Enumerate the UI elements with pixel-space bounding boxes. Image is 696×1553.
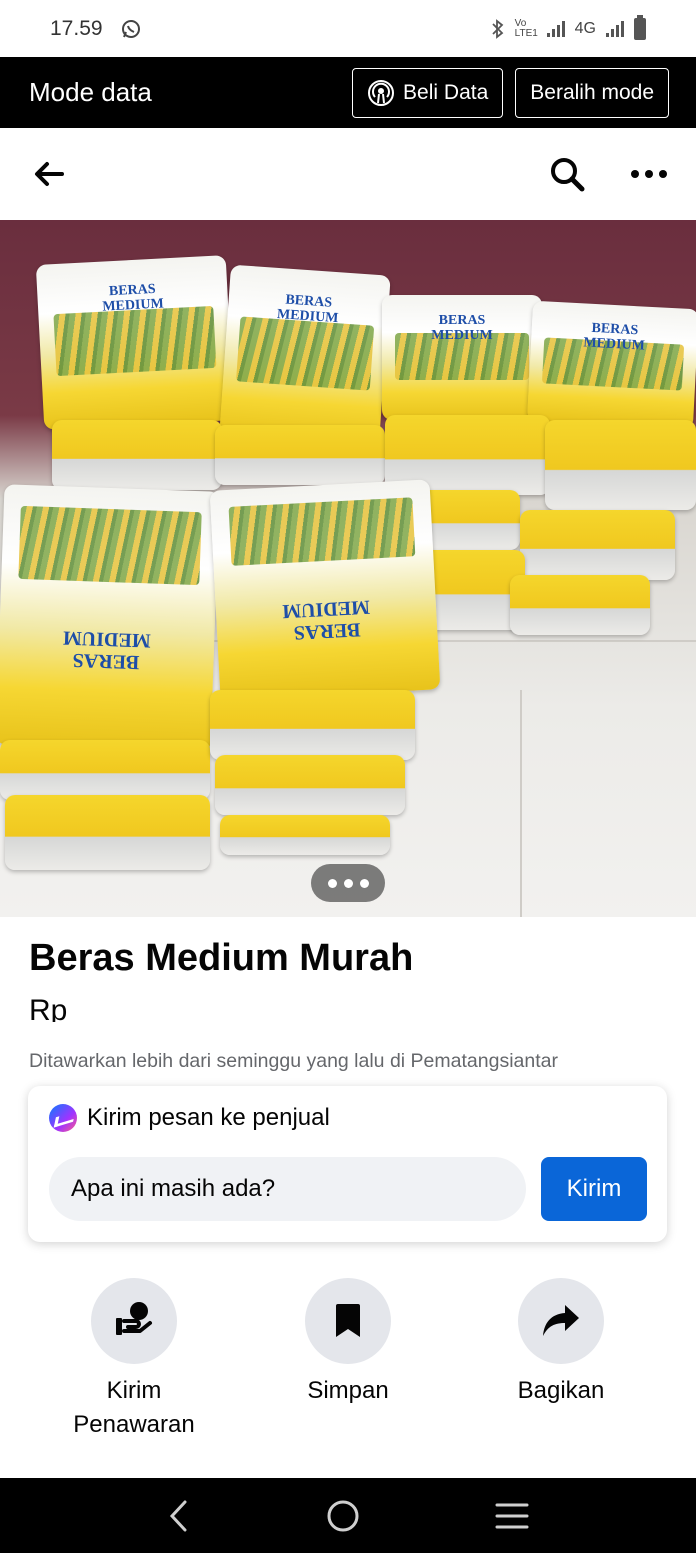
listing-price: Rp xyxy=(29,994,68,1022)
rice-sack xyxy=(510,575,650,635)
data-mode-bar: Mode data Beli Data Beralih mode xyxy=(0,57,696,128)
make-offer-icon xyxy=(116,1302,152,1335)
buy-data-label: Beli Data xyxy=(403,80,489,104)
status-left: 17.59 xyxy=(50,17,141,41)
message-input[interactable] xyxy=(49,1157,526,1221)
search-icon[interactable] xyxy=(548,155,586,193)
nav-bar xyxy=(0,128,696,220)
rice-sack xyxy=(220,815,390,855)
whatsapp-icon xyxy=(121,19,140,38)
status-right: Vo LTE1 4G xyxy=(491,14,646,40)
status-time: 17.59 xyxy=(50,16,103,40)
share-label: Bagikan xyxy=(517,1377,605,1404)
broadcast-icon xyxy=(368,79,395,106)
message-card-heading: Kirim pesan ke penjual xyxy=(49,1104,330,1132)
carousel-dot xyxy=(343,878,353,888)
rice-sack: BERAS MEDIUM xyxy=(35,255,235,430)
carousel-dot xyxy=(327,878,337,888)
rice-sack xyxy=(52,420,222,490)
buy-data-button[interactable]: Beli Data xyxy=(352,67,504,118)
bookmark-icon xyxy=(336,1304,360,1337)
floor-line xyxy=(520,690,522,917)
send-button[interactable]: Kirim xyxy=(541,1157,647,1221)
make-offer-label: Kirim Penawaran xyxy=(73,1377,195,1438)
make-offer-button[interactable]: Kirim Penawaran xyxy=(39,1278,229,1442)
carousel-dot xyxy=(359,878,369,888)
volte-label: Vo LTE1 xyxy=(514,17,538,39)
save-label: Simpan xyxy=(307,1377,389,1404)
rice-sack: BERAS MEDIUM xyxy=(219,264,391,446)
system-home-icon[interactable] xyxy=(326,1499,360,1533)
make-offer-circle xyxy=(91,1278,177,1364)
rice-sack: BERAS MEDIUM xyxy=(209,479,441,701)
rice-sack xyxy=(210,690,415,760)
rice-sack xyxy=(0,740,210,800)
save-circle xyxy=(305,1278,391,1364)
bluetooth-icon xyxy=(492,18,504,39)
back-arrow-icon[interactable] xyxy=(32,159,66,189)
network-type: 4G xyxy=(574,19,596,37)
battery-icon xyxy=(634,14,646,40)
status-bar: 17.59 Vo LTE1 4G xyxy=(0,0,696,57)
share-icon xyxy=(543,1305,579,1336)
message-card-title: Kirim pesan ke penjual xyxy=(87,1104,330,1131)
share-circle xyxy=(518,1278,604,1364)
system-nav-bar xyxy=(0,1478,696,1553)
signal-icon xyxy=(546,20,565,37)
nav-right xyxy=(548,155,668,193)
message-seller-card: Kirim pesan ke penjual Kirim xyxy=(28,1086,667,1242)
rice-sack xyxy=(5,795,210,870)
carousel-indicator[interactable] xyxy=(311,864,385,902)
listing-title: Beras Medium Murah xyxy=(29,937,414,979)
data-mode-actions: Beli Data Beralih mode xyxy=(352,67,669,118)
messenger-icon xyxy=(49,1104,77,1132)
save-button[interactable]: Simpan xyxy=(253,1278,443,1408)
share-button[interactable]: Bagikan xyxy=(466,1278,656,1408)
system-back-icon[interactable] xyxy=(167,1499,191,1533)
signal-icon-2 xyxy=(606,20,624,37)
rice-sack xyxy=(545,420,696,510)
rice-sack xyxy=(520,510,675,580)
listing-photo[interactable]: BERAS MEDIUM BERAS MEDIUM BERAS MEDIUM BERA… xyxy=(0,220,696,917)
rice-sack: BERAS MEDIUM xyxy=(382,295,542,420)
rice-sack xyxy=(215,755,405,815)
switch-mode-label: Beralih mode xyxy=(530,80,654,104)
switch-mode-button[interactable]: Beralih mode xyxy=(515,67,669,118)
data-mode-title: Mode data xyxy=(29,77,152,107)
rice-sack: BERAS MEDIUM xyxy=(526,300,696,430)
rice-sack: BERAS MEDIUM xyxy=(0,484,220,752)
more-icon[interactable] xyxy=(630,169,668,179)
listing-meta: Ditawarkan lebih dari seminggu yang lalu… xyxy=(29,1050,558,1072)
system-recents-icon[interactable] xyxy=(495,1501,529,1531)
rice-sack xyxy=(215,425,385,485)
